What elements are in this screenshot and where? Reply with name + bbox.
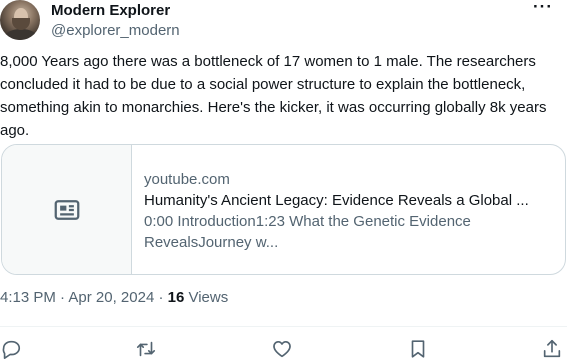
like-button[interactable]	[271, 338, 293, 360]
tweet-text: 8,000 Years ago there was a bottleneck o…	[0, 53, 547, 139]
retweet-button[interactable]	[135, 338, 157, 360]
action-divider	[0, 326, 567, 327]
card-description: 0:00 Introduction1:23 What the Genetic E…	[144, 213, 471, 251]
action-bar	[0, 338, 567, 361]
more-options-icon[interactable]: ···	[533, 0, 553, 15]
avatar-shoulders	[4, 29, 38, 40]
avatar[interactable]	[0, 0, 40, 40]
link-card[interactable]: youtube.com Humanity's Ancient Legacy: E…	[1, 144, 566, 275]
share-icon	[543, 339, 561, 358]
card-thumbnail	[2, 145, 132, 274]
heart-icon	[273, 341, 291, 358]
card-domain: youtube.com	[144, 171, 230, 188]
views-count[interactable]: 16	[168, 289, 185, 306]
avatar-beard	[12, 18, 30, 30]
reply-button[interactable]	[0, 338, 22, 360]
share-button[interactable]	[541, 338, 563, 360]
bookmark-button[interactable]	[407, 338, 429, 360]
reply-icon	[2, 340, 21, 359]
card-title: Humanity's Ancient Legacy: Evidence Reve…	[144, 192, 529, 209]
meta-separator: ·	[55, 289, 69, 306]
tweet-meta: 4:13 PM · Apr 20, 2024 · 16 Views	[0, 289, 228, 307]
tweet: Modern Explorer @explorer_modern ··· 8,0…	[0, 0, 567, 361]
tweet-time[interactable]: 4:13 PM	[0, 289, 56, 306]
meta-separator-2: ·	[154, 289, 168, 306]
tweet-date[interactable]: Apr 20, 2024	[68, 289, 154, 306]
author-display-name[interactable]: Modern Explorer	[51, 2, 170, 20]
card-content[interactable]: youtube.com Humanity's Ancient Legacy: E…	[144, 169, 554, 253]
news-article-icon	[54, 199, 79, 220]
views-label: Views	[184, 289, 229, 306]
retweet-icon	[136, 341, 156, 357]
bookmark-icon	[411, 340, 425, 358]
author-handle[interactable]: @explorer_modern	[51, 22, 180, 40]
